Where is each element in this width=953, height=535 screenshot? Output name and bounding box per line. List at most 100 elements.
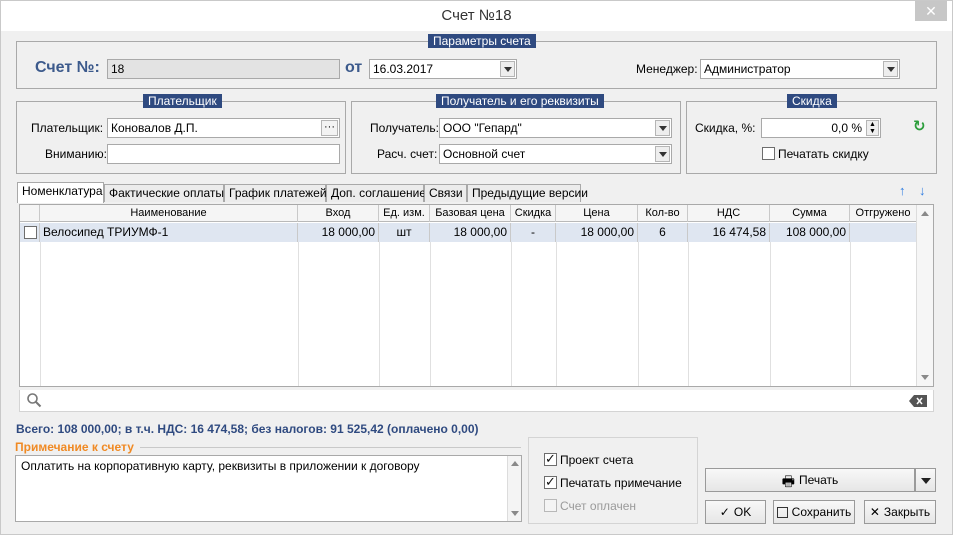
close-icon: ✕ <box>869 505 880 519</box>
discount-input[interactable]: 0,0 % ▲ ▼ <box>761 118 881 138</box>
col-vat[interactable]: НДС <box>688 205 770 222</box>
close-button[interactable]: ✕ Закрыть <box>864 500 936 524</box>
params-legend: Параметры счета <box>428 34 536 48</box>
cell-shipped[interactable] <box>850 223 916 242</box>
cell-name[interactable]: Велосипед ТРИУМФ-1 <box>40 223 298 242</box>
cell-qty[interactable]: 6 <box>638 223 688 242</box>
tab-previous-versions[interactable]: Предыдущие версии <box>467 184 588 202</box>
cell-input[interactable]: 18 000,00 <box>298 223 379 242</box>
date-from-label: от <box>345 59 363 76</box>
save-label: Сохранить <box>791 505 852 519</box>
close-window-button[interactable]: ✕ <box>915 1 947 21</box>
col-sum[interactable]: Сумма <box>770 205 850 222</box>
cell-unit[interactable]: шт <box>379 223 430 242</box>
save-button[interactable]: Сохранить <box>773 500 855 524</box>
draft-checkbox[interactable] <box>544 451 557 467</box>
note-divider <box>140 447 521 448</box>
scroll-up-icon[interactable] <box>921 211 929 216</box>
chevron-down-icon[interactable] <box>655 120 670 136</box>
recipient-select[interactable]: ООО "Гепард" <box>439 118 672 138</box>
col-divider <box>511 242 512 386</box>
save-icon <box>776 507 788 519</box>
tab-payment-schedule[interactable]: График платежей <box>224 184 327 202</box>
spinner-icon[interactable]: ▲ ▼ <box>866 120 879 136</box>
recipient-legend: Получатель и его реквизиты <box>436 94 604 108</box>
col-name[interactable]: Наименование <box>40 205 298 222</box>
note-textarea[interactable]: Оплатить на корпоративную карту, реквизи… <box>15 455 522 522</box>
manager-label: Менеджер: <box>636 62 698 76</box>
table-scrollbar[interactable] <box>916 205 933 386</box>
table-row[interactable]: Велосипед ТРИУМФ-1 18 000,00 шт 18 000,0… <box>20 223 916 242</box>
payer-field[interactable]: Коновалов Д.П. ··· <box>107 118 340 138</box>
chevron-down-icon[interactable] <box>883 61 898 77</box>
manager-select[interactable]: Администратор <box>700 59 900 79</box>
row-checkbox[interactable] <box>24 226 37 239</box>
col-select[interactable] <box>20 205 40 222</box>
params-group: Параметры счета Счет №: 18 от 16.03.2017… <box>16 34 937 89</box>
print-menu-button[interactable] <box>915 468 936 492</box>
tab-actual-payments[interactable]: Фактические оплаты <box>104 184 224 202</box>
col-divider <box>430 242 431 386</box>
print-discount-checkbox[interactable] <box>762 147 775 160</box>
invoice-date-field[interactable]: 16.03.2017 <box>369 59 517 79</box>
tab-nomenclature[interactable]: Номенклатура <box>17 182 104 203</box>
scroll-up-icon[interactable] <box>511 461 519 466</box>
col-divider <box>298 242 299 386</box>
printer-icon: 🖶 <box>781 472 795 489</box>
refresh-icon[interactable]: ↻ <box>913 118 927 136</box>
ok-button[interactable]: ✓ OK <box>705 500 766 524</box>
note-scrollbar[interactable] <box>507 456 521 521</box>
tab-links[interactable]: Связи <box>424 184 467 202</box>
chevron-down-icon <box>920 477 931 484</box>
col-shipped[interactable]: Отгружено <box>850 205 916 222</box>
move-up-icon[interactable]: ↑ <box>899 183 906 198</box>
col-base-price[interactable]: Базовая цена <box>430 205 511 222</box>
move-down-icon[interactable]: ↓ <box>919 183 926 198</box>
payer-group: Плательщик Плательщик: Коновалов Д.П. ··… <box>16 94 346 174</box>
print-discount-label: Печатать скидку <box>778 147 869 161</box>
attention-label: Вниманию: <box>45 147 107 161</box>
note-text: Оплатить на корпоративную карту, реквизи… <box>21 459 420 473</box>
paid-label: Счет оплачен <box>560 499 637 513</box>
clear-filter-icon[interactable] <box>909 395 927 407</box>
col-qty[interactable]: Кол-во <box>638 205 688 222</box>
scroll-down-icon[interactable] <box>511 511 519 516</box>
ok-label: OK <box>733 505 752 519</box>
account-value: Основной счет <box>443 147 526 161</box>
close-label: Закрыть <box>883 505 931 519</box>
close-icon: ✕ <box>925 3 937 19</box>
invoice-number-field[interactable]: 18 <box>107 59 340 79</box>
cell-vat[interactable]: 16 474,58 <box>688 223 770 242</box>
discount-value: 0,0 % <box>831 121 862 135</box>
print-button[interactable]: 🖶 Печать <box>705 468 915 492</box>
draft-label: Проект счета <box>560 453 634 467</box>
print-note-checkbox[interactable] <box>544 474 557 490</box>
totals-summary: Всего: 108 000,00; в т.ч. НДС: 16 474,58… <box>16 422 479 436</box>
scroll-down-icon[interactable] <box>921 375 929 380</box>
window-title: Счет №18 <box>441 7 512 24</box>
date-picker-icon[interactable] <box>500 61 515 77</box>
tab-additional-agreement[interactable]: Доп. соглашение <box>326 184 426 202</box>
attention-field[interactable] <box>107 144 340 164</box>
cell-price[interactable]: 18 000,00 <box>556 223 638 242</box>
cell-sum[interactable]: 108 000,00 <box>770 223 850 242</box>
col-divider <box>770 242 771 386</box>
title-bar: Счет №18 ✕ <box>1 1 952 31</box>
chevron-down-icon[interactable] <box>655 146 670 162</box>
options-panel: Проект счета Печатать примечание Счет оп… <box>528 437 698 524</box>
account-select[interactable]: Основной счет <box>439 144 672 164</box>
col-price[interactable]: Цена <box>556 205 638 222</box>
print-note-label: Печатать примечание <box>560 476 682 490</box>
cell-base-price[interactable]: 18 000,00 <box>430 223 511 242</box>
col-input[interactable]: Вход <box>298 205 379 222</box>
note-label: Примечание к счету <box>15 440 134 454</box>
col-divider <box>638 242 639 386</box>
search-icon[interactable] <box>26 392 42 408</box>
cell-discount[interactable]: - <box>511 223 556 242</box>
manager-value: Администратор <box>704 62 791 76</box>
row-select-cell[interactable] <box>20 223 40 242</box>
more-icon[interactable]: ··· <box>321 120 338 136</box>
col-unit[interactable]: Ед. изм. <box>379 205 430 222</box>
paid-checkbox[interactable] <box>544 499 557 512</box>
col-discount[interactable]: Скидка <box>511 205 556 222</box>
